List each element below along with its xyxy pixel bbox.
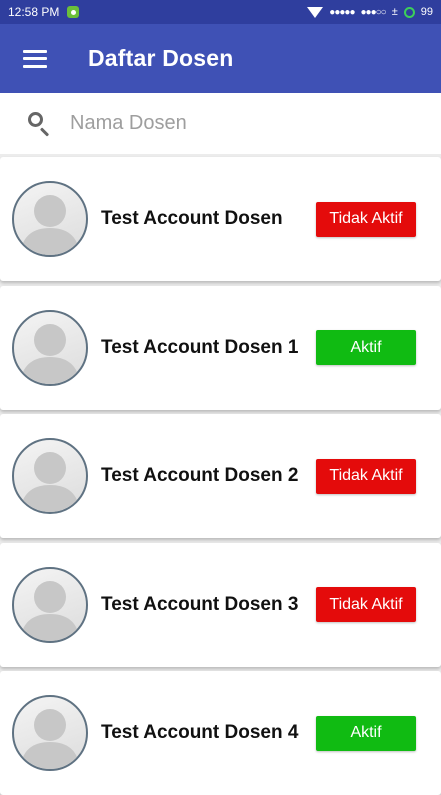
dosen-card[interactable]: Test Account Dosen 4 Aktif xyxy=(0,671,441,795)
search-icon xyxy=(28,111,52,137)
dosen-name: Test Account Dosen 3 xyxy=(101,593,299,615)
status-button[interactable]: Tidak Aktif xyxy=(316,587,416,622)
default-user-icon xyxy=(20,580,80,641)
signal-strength-1: ●●●●● xyxy=(329,6,355,18)
avatar xyxy=(12,309,88,386)
notification-app-icon xyxy=(67,6,80,18)
status-button[interactable]: Tidak Aktif xyxy=(316,201,416,237)
dosen-card[interactable]: Test Account Dosen 2 Tidak Aktif xyxy=(0,414,441,538)
avatar xyxy=(12,566,88,643)
search-bar xyxy=(0,93,441,154)
page-title: Daftar Dosen xyxy=(88,45,234,71)
status-button[interactable]: Tidak Aktif xyxy=(316,458,416,494)
dosen-name: Test Account Dosen 4 xyxy=(101,722,299,743)
default-user-icon xyxy=(20,709,80,769)
status-button[interactable]: Aktif xyxy=(316,715,416,751)
signal-strength-2: ●●●○○ xyxy=(360,6,387,18)
default-user-icon xyxy=(20,323,80,384)
menu-icon[interactable] xyxy=(23,49,47,68)
wifi-icon xyxy=(307,7,324,18)
status-time: 12:58 PM xyxy=(8,5,60,19)
status-bar: 12:58 PM ●●●●● ●●●○○ ± 99 xyxy=(0,0,441,24)
dosen-card[interactable]: Test Account Dosen Tidak Aktif xyxy=(0,157,441,281)
dosen-name: Test Account Dosen xyxy=(101,208,283,229)
default-user-icon xyxy=(20,195,80,255)
avatar xyxy=(12,181,88,257)
dosen-card[interactable]: Test Account Dosen 3 Tidak Aktif xyxy=(0,542,441,667)
app-bar: Daftar Dosen xyxy=(0,24,441,93)
avatar xyxy=(12,695,88,771)
battery-level: 99 xyxy=(420,6,433,18)
dosen-name: Test Account Dosen 1 xyxy=(101,336,299,358)
dosen-name: Test Account Dosen 2 xyxy=(101,465,299,486)
avatar xyxy=(12,438,88,514)
dosen-card[interactable]: Test Account Dosen 1 Aktif xyxy=(0,285,441,410)
status-button[interactable]: Aktif xyxy=(316,330,416,365)
battery-icon xyxy=(403,6,415,18)
search-input[interactable] xyxy=(68,102,392,145)
status-extra-icon: ± xyxy=(391,6,398,18)
default-user-icon xyxy=(20,452,80,512)
